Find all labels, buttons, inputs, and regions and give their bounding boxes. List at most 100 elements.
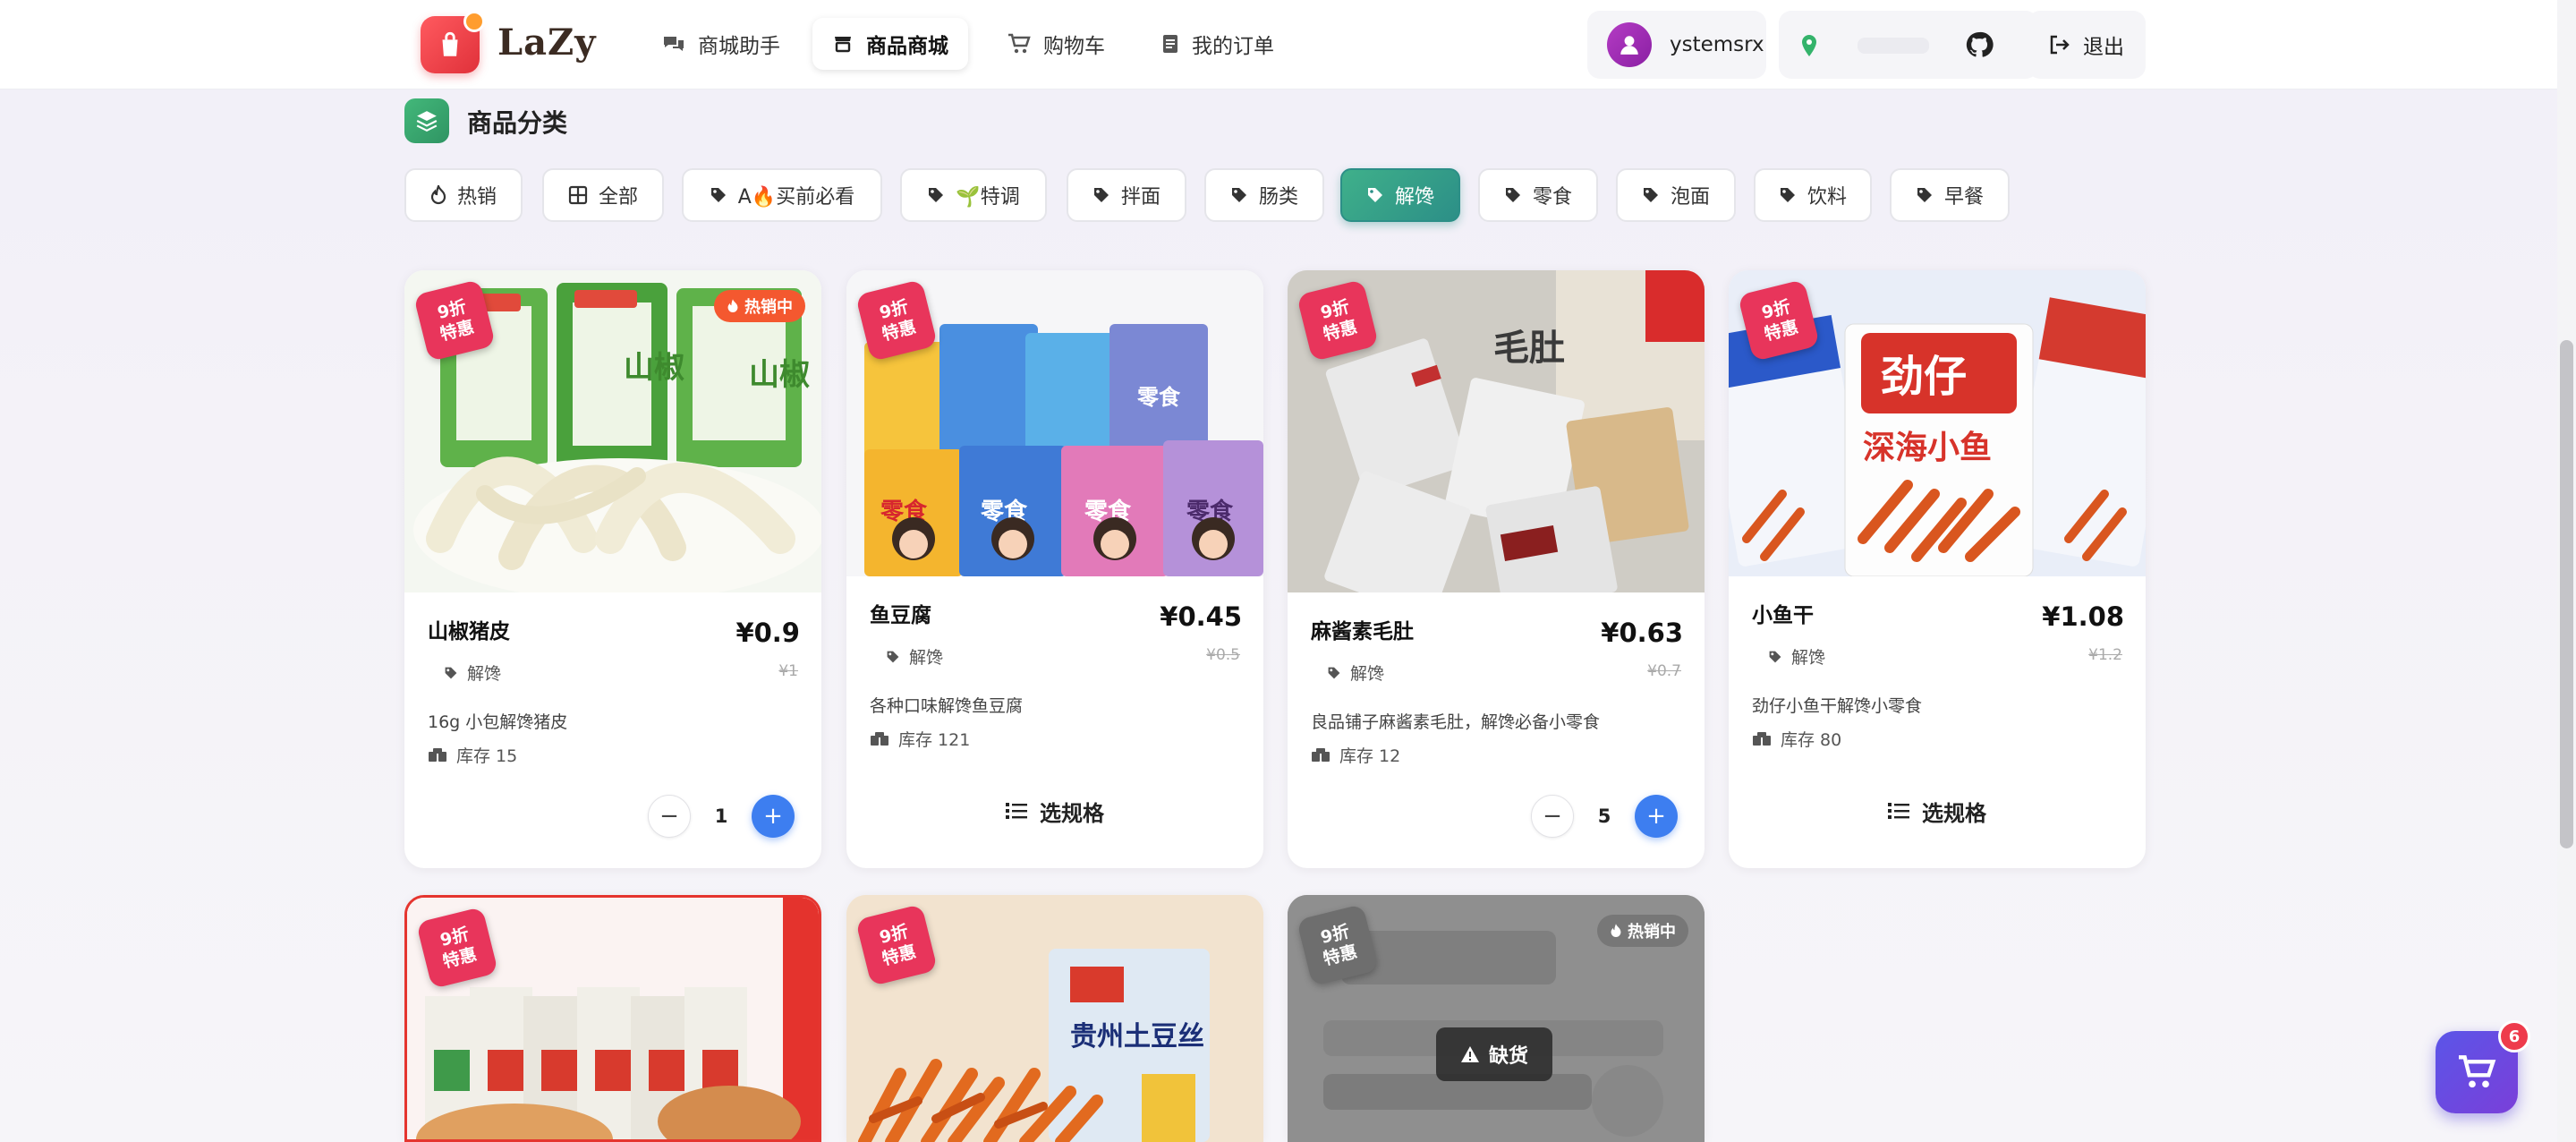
category-title: 商品分类 (467, 108, 568, 138)
tag-icon (1780, 188, 1795, 202)
increase-button[interactable]: + (1635, 795, 1678, 838)
tag-icon (1643, 188, 1658, 202)
tag-label: 解馋 (909, 648, 944, 668)
badge-text: 9折 特惠 (877, 921, 918, 969)
product-card[interactable]: 9折 特惠 (404, 895, 821, 1142)
product-card[interactable]: 山椒 山椒 9折 特惠 热销中 山椒猪皮 ¥0.9 解馋 ¥1 16g 小包解馋… (404, 270, 821, 868)
spec-label: 选规格 (1922, 800, 1986, 826)
select-spec-button[interactable]: 选规格 (870, 784, 1240, 838)
product-tag: 解馋 (444, 660, 501, 685)
product-name: 山椒猪皮 (428, 620, 510, 643)
chip-all[interactable]: 全部 (542, 168, 664, 222)
chip-instant-noodles[interactable]: 泡面 (1616, 168, 1736, 222)
boxes-icon (1753, 731, 1771, 746)
original-price: ¥0.7 (1647, 662, 1681, 680)
chip-special[interactable]: 🌱特调 (900, 168, 1047, 222)
cart-icon (1008, 33, 1031, 54)
tag-icon (887, 651, 899, 662)
product-stock: 库存 80 (1752, 727, 1841, 751)
badge-text: 9折 特惠 (877, 296, 918, 345)
pack-text: 贵州土豆丝 (1070, 1022, 1204, 1052)
cart-icon (2459, 1055, 2496, 1088)
user-avatar-icon (1607, 22, 1652, 67)
order-icon (1163, 35, 1177, 53)
decrease-button[interactable]: − (648, 795, 691, 838)
chip-label: 解馋 (1394, 186, 1434, 209)
chip-snack-craving[interactable]: 解馋 (1340, 168, 1460, 222)
layers-icon (404, 98, 449, 143)
product-stock: 库存 12 (1311, 743, 1400, 767)
tag-icon (445, 667, 457, 678)
product-card[interactable]: 贵州土豆丝 9折 特惠 (846, 895, 1263, 1142)
chip-drinks[interactable]: 饮料 (1754, 168, 1872, 222)
chip-snacks[interactable]: 零食 (1478, 168, 1598, 222)
floating-cart-button[interactable]: 6 (2436, 1020, 2530, 1113)
nav-label: 购物车 (1043, 35, 1105, 58)
product-description: 劲仔小鱼干解馋小零食 (1752, 696, 1923, 716)
product-card[interactable]: 劲仔 深海小鱼 9折 特惠 小鱼干 ¥1.08 解馋 ¥1.2 劲仔小鱼干解馋小… (1729, 270, 2146, 868)
product-stock: 库存 121 (870, 727, 970, 751)
badge-text: 9折 特惠 (1759, 296, 1800, 345)
chip-breakfast[interactable]: 早餐 (1890, 168, 2010, 222)
tag-icon (1917, 188, 1932, 202)
chip-must-read[interactable]: A🔥买前必看 (682, 168, 882, 222)
soldout-text: 缺货 (1488, 1045, 1528, 1068)
chip-sausage[interactable]: 肠类 (1204, 168, 1324, 222)
hot-label: 热销中 (1628, 923, 1676, 942)
fire-icon (727, 299, 738, 312)
tag-icon (1505, 188, 1520, 202)
location-pin-icon[interactable] (1800, 34, 1818, 57)
nav-orders[interactable]: 我的订单 (1142, 18, 1294, 70)
nav-store[interactable]: 商品商城 (812, 18, 968, 70)
pack-text: 劲仔 (1881, 354, 1967, 401)
product-card[interactable]: 毛肚 9折 特惠 麻酱素毛肚 ¥0.63 解馋 ¥0.7 良品铺子麻酱素毛肚，解… (1288, 270, 1705, 868)
product-stock: 库存 15 (428, 743, 517, 767)
grid-icon (568, 185, 588, 205)
chip-hot[interactable]: 热销 (404, 168, 523, 222)
product-price: ¥0.9 (735, 618, 800, 648)
pack-text: 山椒 (624, 351, 684, 385)
chip-label: 拌面 (1120, 186, 1160, 209)
logout-icon (2050, 35, 2070, 55)
user-menu[interactable]: ystemsrx (1587, 11, 1766, 79)
select-spec-button[interactable]: 选规格 (1752, 784, 2122, 838)
nav-assistant[interactable]: 商城助手 (642, 18, 800, 70)
decrease-button[interactable]: − (1531, 795, 1574, 838)
fire-icon (430, 185, 446, 205)
quantity-value: 1 (714, 805, 728, 827)
boxes-icon (429, 747, 446, 762)
boxes-icon (871, 731, 888, 746)
chip-label: 早餐 (1943, 186, 1984, 209)
shopping-bag-logo-icon[interactable] (421, 11, 485, 73)
product-card-soldout[interactable]: 9折 特惠 热销中 缺货 (1288, 895, 1705, 1142)
app-logo-text[interactable]: LaZy (497, 21, 596, 72)
out-of-stock-label: 缺货 (1436, 1027, 1552, 1081)
logout-button[interactable]: 退出 (2028, 11, 2146, 79)
badge-text: 9折 特惠 (1318, 921, 1359, 969)
badge-text: 9折 特惠 (435, 296, 476, 345)
product-price: ¥1.08 (2042, 601, 2124, 632)
increase-button[interactable]: + (752, 795, 795, 838)
scrollbar-thumb[interactable] (2560, 340, 2573, 848)
product-price: ¥0.45 (1160, 601, 1242, 632)
tag-icon (1328, 667, 1340, 678)
list-icon (1888, 803, 1909, 819)
product-description: 16g 小包解馋猪皮 (428, 712, 568, 732)
hot-label: 热销中 (744, 298, 793, 317)
chip-label: 肠类 (1258, 186, 1298, 209)
tag-icon (929, 188, 944, 202)
product-card[interactable]: 零食 零食 零食 零食 零食 9折 特惠 鱼豆腐 ¥0.45 解馋 ¥0.5 各… (846, 270, 1263, 868)
pack-text: 山椒 (749, 358, 810, 392)
nav-cart[interactable]: 购物车 (988, 18, 1125, 70)
github-icon[interactable] (1965, 30, 1994, 59)
tag-icon (1367, 188, 1382, 202)
badge-text: 9折 特惠 (1318, 296, 1359, 345)
chip-noodles[interactable]: 拌面 (1067, 168, 1186, 222)
tag-icon (710, 188, 726, 202)
tag-icon (1769, 651, 1781, 662)
original-price: ¥1 (778, 662, 798, 680)
product-name: 鱼豆腐 (870, 604, 931, 627)
product-description: 各种口味解馋鱼豆腐 (870, 696, 1024, 716)
tag-icon (1231, 188, 1246, 202)
chip-label: 热销 (456, 186, 497, 209)
